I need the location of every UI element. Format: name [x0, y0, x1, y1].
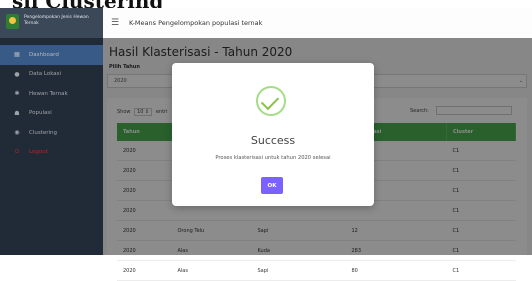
check-mark-icon — [260, 91, 280, 111]
page-heading-strip: sil Clustering — [0, 0, 532, 8]
table-cell: 2020 — [117, 260, 172, 281]
brand-logo-icon — [6, 14, 19, 29]
hamburger-menu-icon[interactable]: ☰ — [111, 18, 121, 28]
dialog-title: Success — [250, 134, 296, 147]
table-cell: 80 — [345, 260, 447, 281]
table-cell: Sapi — [251, 260, 346, 281]
ok-button[interactable]: OK — [261, 177, 283, 194]
brand-title: Pengelompokan Jenis Hewan Ternak — [24, 15, 89, 26]
success-dialog: Success Proses klasterisasi untuk tahun … — [172, 63, 374, 206]
brand: Pengelompokan Jenis Hewan Ternak — [0, 8, 103, 38]
table-cell: Alas — [171, 260, 252, 281]
table-row: 2020 Alas Sapi 80 C1 — [117, 260, 516, 281]
table-cell: C1 — [446, 260, 516, 281]
sidebar-overlay — [0, 38, 103, 255]
success-check-icon — [256, 86, 286, 116]
top-bar: ☰ K-Means Pengelompokan populasi ternak — [103, 8, 532, 39]
app-title: K-Means Pengelompokan populasi ternak — [129, 19, 263, 27]
dialog-message: Proses klasterisasi untuk tahun 2020 sel… — [215, 155, 331, 161]
page-heading: sil Clustering — [12, 0, 163, 8]
